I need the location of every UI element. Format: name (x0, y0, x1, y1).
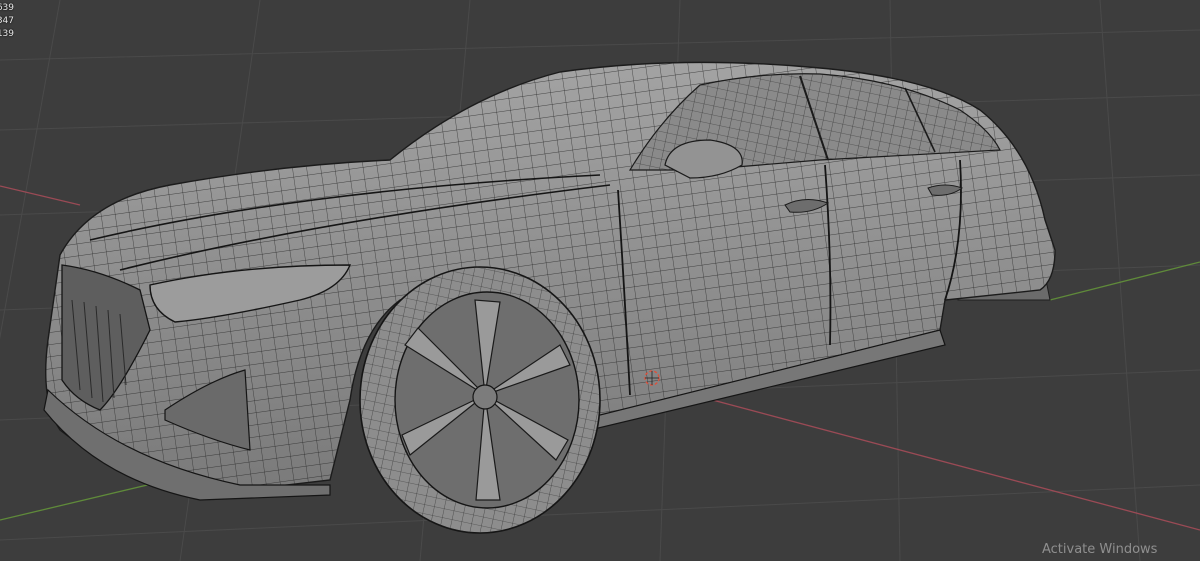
3d-viewport[interactable] (0, 0, 1200, 561)
stats-line: 347 (0, 16, 14, 26)
stats-line: 639 (0, 3, 14, 13)
activate-windows-watermark: Activate Windows (1042, 542, 1158, 557)
y-axis-line (0, 481, 161, 521)
car-mesh[interactable] (43, 61, 1056, 534)
front-wheel[interactable] (359, 266, 601, 534)
stats-line: 139 (0, 29, 14, 39)
x-axis-line-far (0, 185, 81, 206)
scene-statistics: 639 347 139 (0, 2, 20, 41)
